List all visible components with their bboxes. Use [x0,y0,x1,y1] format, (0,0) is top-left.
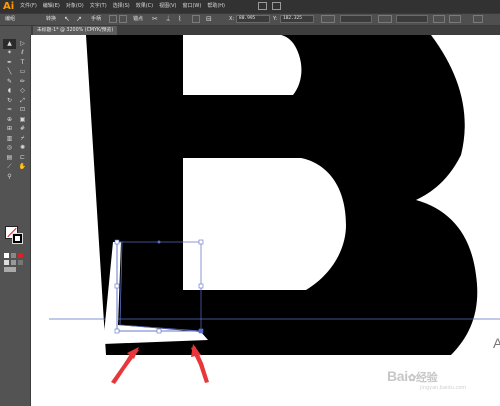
menu-type[interactable]: 文字(T) [90,0,107,13]
menu-select[interactable]: 选择(S) [113,0,130,13]
height-field[interactable] [396,15,428,23]
watermark-url: jingyan.baidu.com [420,385,467,391]
anchor-bottom-right[interactable] [198,328,204,334]
hand-tool-icon[interactable]: ✋ [16,163,29,173]
menu-file[interactable]: 文件(F) [20,0,37,13]
lasso-tool-icon[interactable]: ℓ [16,49,29,59]
handle-top-left[interactable] [114,239,120,245]
menu-help[interactable]: 帮助(H) [207,0,225,13]
watermark-paw-icon: ✿ [407,373,416,384]
handle-top-right[interactable] [198,239,204,245]
watermark-bai: Bai [387,368,408,384]
zoom-tool-icon[interactable]: ⚲ [3,172,16,182]
control-bar: 编组 转换 ↖ ↗ 手柄 锚点 ✂ ᛦ ⌇ ⊟ X: 80.995 Y: 182… [0,13,500,26]
letter-b-shape[interactable] [86,35,478,355]
type-tool-icon[interactable]: T [16,58,29,68]
tools-panel: ▲ ▷ ✶ ℓ ✒ T ╲ ▭ ✎ ✏ ◖ ◇ ↻ ⤢ ≈ ⊡ ⊕ ▣ ⊞ # … [0,35,31,406]
rotate-tool-icon[interactable]: ↻ [3,96,16,106]
gradient-tool-icon[interactable]: ▥ [3,134,16,144]
watermark-brand: Bai✿经验 [387,368,438,385]
selection-type-label: 编组 [5,16,16,22]
document-tab[interactable]: 未标题-1* @ 3200% (CMYK/预览) [33,26,118,35]
menu-window[interactable]: 窗口(W) [182,0,201,13]
color-mode-buttons [4,253,28,272]
menu-edit[interactable]: 编辑(E) [43,0,60,13]
line-tool-icon[interactable]: ╲ [3,68,16,78]
show-handles-button[interactable] [109,15,117,23]
slice-tool-icon[interactable]: ⟋ [3,163,16,173]
anchor-label: 锚点 [133,16,144,22]
selection-tool-icon[interactable]: ▲ [3,39,16,49]
column-graph-tool-icon[interactable]: ▤ [3,153,16,163]
draw-behind-icon[interactable] [11,260,16,265]
rectangle-tool-icon[interactable]: ▭ [16,68,29,78]
blend-tool-icon[interactable]: ◎ [3,144,16,154]
handle-bottom-left[interactable] [114,328,120,334]
scale-tool-icon[interactable]: ⤢ [16,96,29,106]
x-field[interactable]: 80.995 [236,15,270,23]
paintbrush-tool-icon[interactable]: ✎ [3,77,16,87]
isolate-button[interactable] [192,15,200,23]
handle-label: 手柄 [91,16,102,22]
panel-menu-icon[interactable] [473,15,483,23]
color-button[interactable] [4,253,9,258]
handle-top-center[interactable] [157,240,161,244]
align-icon[interactable]: ⊟ [206,14,212,25]
menu-view[interactable]: 视图(V) [159,0,176,13]
constrain-proportions-icon[interactable] [378,15,392,23]
eraser-tool-icon[interactable]: ◇ [16,87,29,97]
artboard-canvas[interactable]: A [31,35,500,406]
shape-builder-icon[interactable] [449,15,461,23]
blob-brush-tool-icon[interactable]: ◖ [3,87,16,97]
menu-object[interactable]: 对象(O) [66,0,84,13]
menu-bar: Ai 文件(F) 编辑(E) 对象(O) 文字(T) 选择(S) 效果(C) 视… [0,0,500,13]
convert-smooth-icon[interactable]: ↗ [76,14,82,25]
live-paint-tool-icon[interactable]: ▣ [16,115,29,125]
cut-path-icon[interactable]: ⌇ [178,14,181,25]
bridge-icon[interactable] [258,2,267,10]
mesh-tool-icon[interactable]: # [16,125,29,135]
draw-inside-icon[interactable] [18,260,23,265]
artboard-tool-icon[interactable]: ⊏ [16,153,29,163]
symbol-sprayer-tool-icon[interactable]: ✺ [16,144,29,154]
connect-anchor-icon[interactable]: ᛦ [166,14,170,25]
menu-effect[interactable]: 效果(C) [136,0,153,13]
tool-grid: ▲ ▷ ✶ ℓ ✒ T ╲ ▭ ✎ ✏ ◖ ◇ ↻ ⤢ ≈ ⊡ ⊕ ▣ ⊞ # … [3,39,29,182]
hide-handles-button[interactable] [119,15,127,23]
eyedropper-tool-icon[interactable]: ⌿ [16,134,29,144]
artwork [49,35,500,384]
y-label: Y: [273,16,278,22]
handle-mid-left[interactable] [114,283,120,289]
free-transform-tool-icon[interactable]: ⊡ [16,106,29,116]
magic-wand-tool-icon[interactable]: ✶ [3,49,16,59]
gradient-button[interactable] [11,253,16,258]
width-tool-icon[interactable]: ≈ [3,106,16,116]
screen-mode-icon[interactable] [4,267,16,272]
handle-bottom-center[interactable] [156,328,162,334]
stroke-swatch[interactable] [12,233,23,244]
x-label: X: [229,16,235,22]
transform-icon[interactable] [433,15,445,23]
link-icon[interactable] [321,15,335,23]
draw-normal-icon[interactable] [4,260,9,265]
document-tab-bar: 未标题-1* @ 3200% (CMYK/预览) [31,26,500,35]
perspective-grid-tool-icon[interactable]: ⊞ [3,125,16,135]
direct-selection-tool-icon[interactable]: ▷ [16,39,29,49]
shape-builder-tool-icon[interactable]: ⊕ [3,115,16,125]
remove-anchor-icon[interactable]: ✂ [152,14,158,25]
partial-letter: A [493,335,500,351]
convert-label: 转换 [46,16,57,22]
app-logo: Ai [3,1,15,12]
main-menu: 文件(F) 编辑(E) 对象(O) 文字(T) 选择(S) 效果(C) 视图(V… [20,0,231,13]
pen-tool-icon[interactable]: ✒ [3,58,16,68]
watermark-jingyan: 经验 [415,372,438,384]
handle-mid-right[interactable] [198,283,204,289]
arrange-documents-icon[interactable] [272,2,281,10]
convert-corner-icon[interactable]: ↖ [64,14,70,25]
y-field[interactable]: 182.325 [280,15,314,23]
width-field[interactable] [340,15,372,23]
none-button[interactable] [18,253,23,258]
pencil-tool-icon[interactable]: ✏ [16,77,29,87]
